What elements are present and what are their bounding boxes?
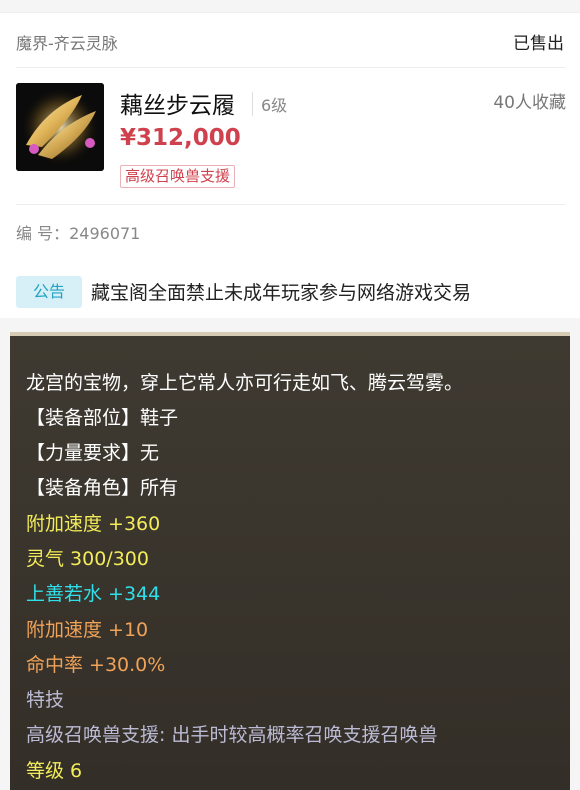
description-line: 【装备角色】所有 bbox=[26, 477, 179, 499]
description-line: 龙宫的宝物，穿上它常人亦可行走如飞、腾云驾雾。 bbox=[26, 372, 464, 394]
description-line: 上善若水 +344 bbox=[26, 583, 161, 605]
item-id-value: 2496071 bbox=[69, 224, 141, 243]
server-row: 魔界-齐云灵脉 已售出 bbox=[16, 13, 566, 68]
item-id-label: 编 号： bbox=[16, 224, 70, 243]
description-line: 特技 bbox=[26, 689, 65, 711]
sold-status: 已售出 bbox=[513, 34, 564, 54]
description-line: 高级召唤兽支援: 出手时较高概率召唤支援召唤兽 bbox=[26, 724, 438, 746]
item-price: ¥312,000 bbox=[120, 125, 241, 151]
item-row[interactable]: 藕丝步云履 6级 40人收藏 ¥312,000 高级召唤兽支援 bbox=[16, 68, 566, 205]
description-line: 【装备部位】鞋子 bbox=[26, 407, 179, 429]
golden-wing-shoes-icon[interactable] bbox=[16, 83, 104, 171]
item-level: 6级 bbox=[252, 92, 287, 116]
notice-text[interactable]: 藏宝阁全面禁止未成年玩家参与网络游戏交易 bbox=[91, 278, 471, 305]
notice-badge: 公告 bbox=[16, 276, 82, 308]
description-line: 【力量要求】无 bbox=[26, 442, 160, 464]
notice-bar[interactable]: 公告 藏宝阁全面禁止未成年玩家参与网络游戏交易 bbox=[0, 264, 580, 318]
description-line: 灵气 300/300 bbox=[26, 548, 149, 570]
description-line: 附加速度 +10 bbox=[26, 619, 149, 641]
server-name: 魔界-齐云灵脉 bbox=[16, 34, 118, 53]
favorites-count: 40人收藏 bbox=[493, 93, 566, 113]
item-name[interactable]: 藕丝步云履 bbox=[120, 86, 235, 120]
skill-tag: 高级召唤兽支援 bbox=[120, 165, 236, 188]
description-line: 等级 6 bbox=[26, 760, 83, 782]
description-line: 附加速度 +360 bbox=[26, 513, 161, 535]
item-description-panel: 龙宫的宝物，穿上它常人亦可行走如飞、腾云驾雾。 【装备部位】鞋子 【力量要求】无… bbox=[10, 332, 570, 790]
listing-card: 魔界-齐云灵脉 已售出 藕丝步云履 6级 40人收藏 ¥312,000 高级召唤… bbox=[0, 12, 580, 265]
item-id-row: 编 号：2496071 bbox=[16, 220, 140, 244]
description-line: 命中率 +30.0% bbox=[26, 654, 166, 676]
